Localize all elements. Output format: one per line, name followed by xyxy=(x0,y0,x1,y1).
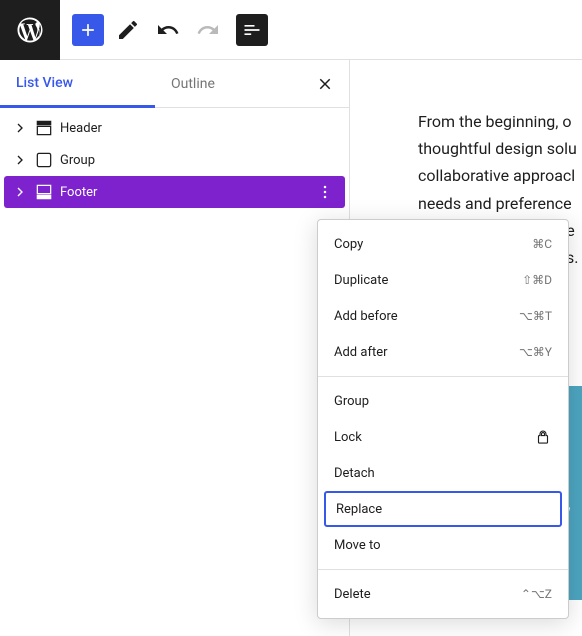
close-panel-button[interactable] xyxy=(309,68,341,100)
chevron-right-icon xyxy=(12,120,28,136)
menu-group[interactable]: Group xyxy=(318,383,568,419)
edit-button[interactable] xyxy=(112,14,144,46)
listview-icon xyxy=(242,20,262,40)
menu-label: Move to xyxy=(334,538,381,553)
menu-shortcut: ⌥⌘Y xyxy=(519,345,552,359)
redo-button[interactable] xyxy=(192,14,224,46)
menu-detach[interactable]: Detach xyxy=(318,455,568,491)
menu-label: Delete xyxy=(334,587,371,602)
menu-move-to[interactable]: Move to xyxy=(318,527,568,563)
lock-icon xyxy=(534,428,552,446)
wordpress-logo[interactable] xyxy=(0,0,60,60)
menu-label: Detach xyxy=(334,466,375,481)
tab-listview[interactable]: List View xyxy=(0,60,155,108)
wordpress-icon xyxy=(15,15,45,45)
menu-shortcut: ⌘C xyxy=(532,237,552,251)
redo-icon xyxy=(196,18,220,42)
block-context-menu: Copy ⌘C Duplicate ⇧⌘D Add before ⌥⌘T Add… xyxy=(317,219,569,619)
menu-label: Add after xyxy=(334,345,388,360)
undo-button[interactable] xyxy=(152,14,184,46)
menu-lock[interactable]: Lock xyxy=(318,419,568,455)
block-tree: Header Group Footer xyxy=(0,108,349,212)
chevron-right-icon xyxy=(12,152,28,168)
menu-label: Duplicate xyxy=(334,273,388,288)
menu-shortcut: ⌃⌥Z xyxy=(521,587,552,601)
menu-label: Group xyxy=(334,394,369,409)
tree-item-footer[interactable]: Footer xyxy=(4,176,345,208)
menu-label: Replace xyxy=(336,502,382,517)
menu-label: Copy xyxy=(334,237,363,252)
menu-add-after[interactable]: Add after ⌥⌘Y xyxy=(318,334,568,370)
menu-label: Lock xyxy=(334,430,362,445)
editor-toolbar xyxy=(0,0,582,60)
tree-label: Footer xyxy=(60,185,313,200)
toolbar-buttons xyxy=(60,14,268,46)
menu-duplicate[interactable]: Duplicate ⇧⌘D xyxy=(318,262,568,298)
menu-delete[interactable]: Delete ⌃⌥Z xyxy=(318,576,568,612)
undo-icon xyxy=(156,18,180,42)
menu-copy[interactable]: Copy ⌘C xyxy=(318,226,568,262)
menu-shortcut: ⇧⌘D xyxy=(522,273,552,287)
plus-icon xyxy=(78,20,98,40)
add-block-button[interactable] xyxy=(72,14,104,46)
group-block-icon xyxy=(34,150,54,170)
header-block-icon xyxy=(34,118,54,138)
menu-add-before[interactable]: Add before ⌥⌘T xyxy=(318,298,568,334)
menu-shortcut: ⌥⌘T xyxy=(519,309,552,323)
tree-item-group[interactable]: Group xyxy=(4,144,345,176)
tree-item-menu-button[interactable] xyxy=(313,180,337,204)
menu-label: Add before xyxy=(334,309,398,324)
panel-tabs: List View Outline xyxy=(0,60,349,108)
listview-button[interactable] xyxy=(236,14,268,46)
tree-label: Header xyxy=(60,121,337,136)
tree-item-header[interactable]: Header xyxy=(4,112,345,144)
listview-panel: List View Outline Header Group Footer xyxy=(0,60,350,636)
menu-replace[interactable]: Replace xyxy=(324,491,562,527)
more-vertical-icon xyxy=(315,182,335,202)
tab-outline[interactable]: Outline xyxy=(155,60,231,108)
tree-label: Group xyxy=(60,153,337,168)
footer-block-icon xyxy=(34,182,54,202)
pencil-icon xyxy=(116,18,140,42)
close-icon xyxy=(316,75,334,93)
chevron-right-icon xyxy=(12,184,28,200)
